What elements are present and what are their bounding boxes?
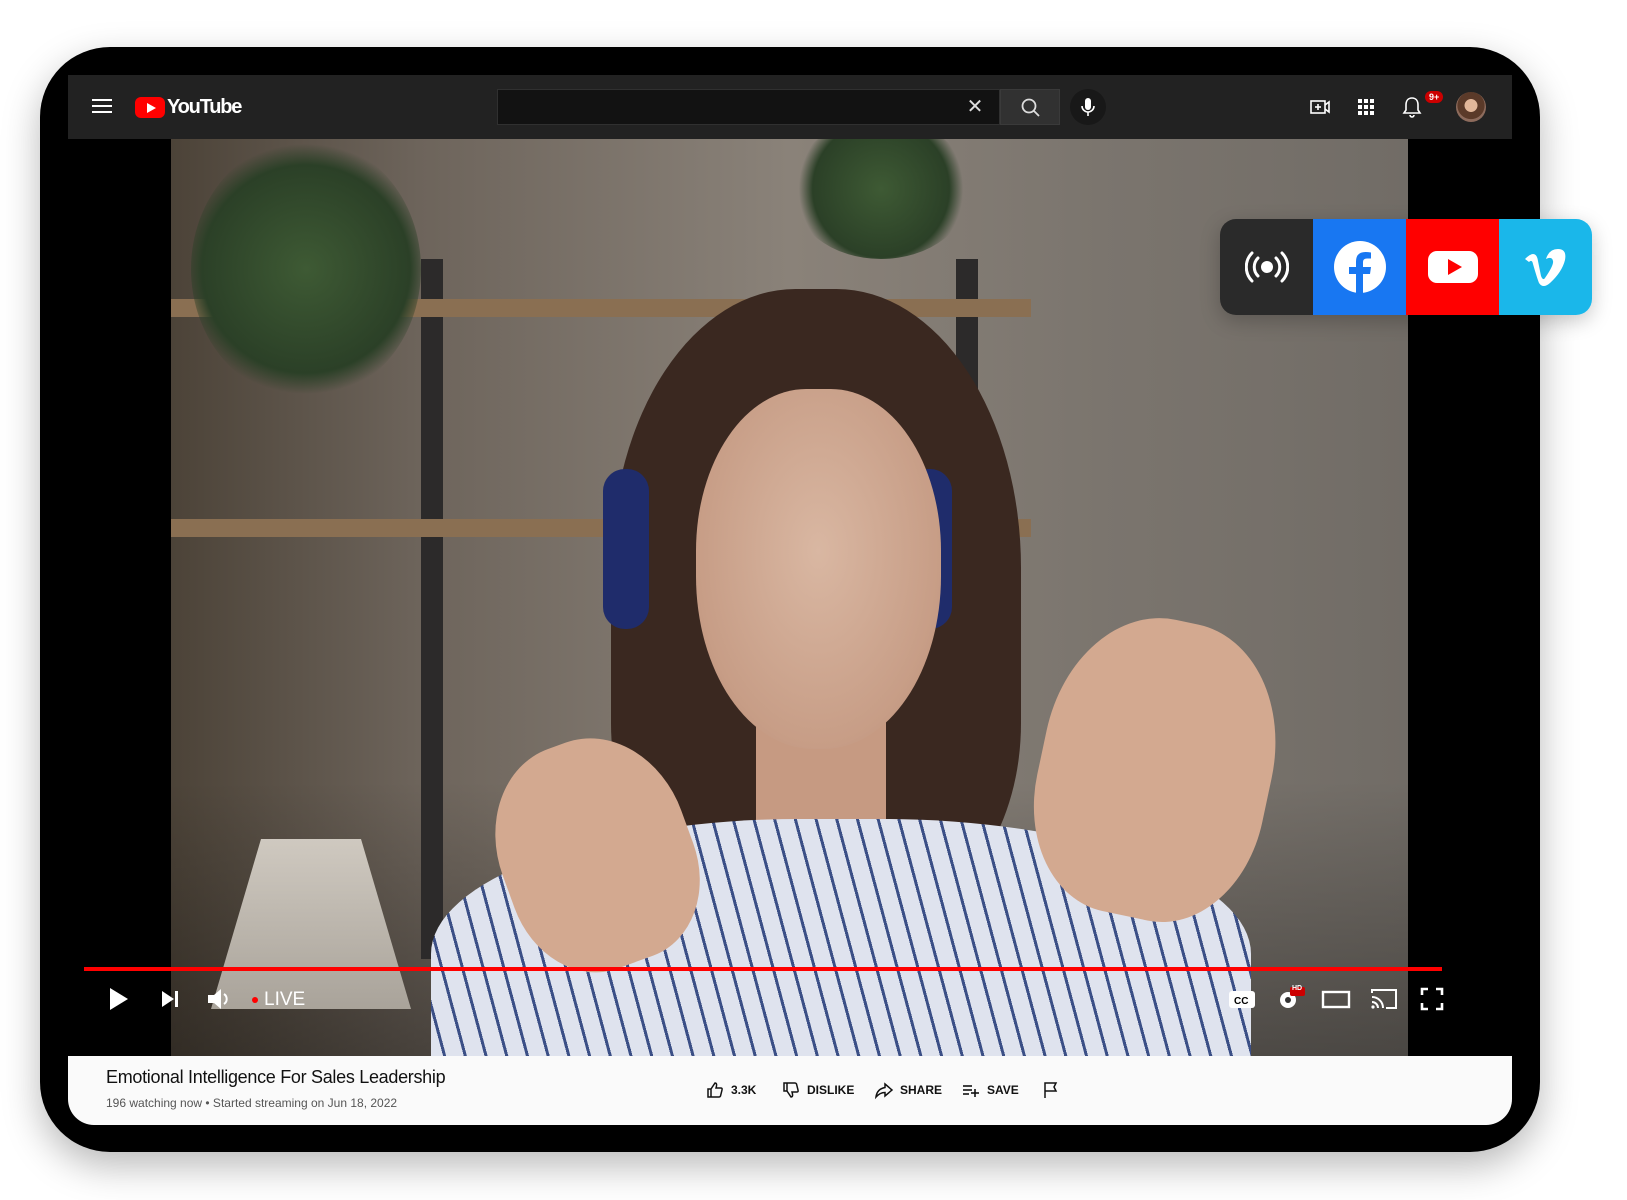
dislike-button[interactable]: DISLIKE bbox=[781, 1080, 854, 1100]
captions-icon[interactable]: CC bbox=[1226, 985, 1258, 1013]
save-label: SAVE bbox=[987, 1083, 1019, 1097]
mic-icon bbox=[1081, 98, 1095, 116]
video-title: Emotional Intelligence For Sales Leaders… bbox=[106, 1067, 446, 1087]
top-bar: YouTube ✕ 9+ bbox=[68, 75, 1512, 139]
vimeo-icon bbox=[1524, 249, 1565, 286]
search-input[interactable] bbox=[497, 89, 1000, 125]
shelf-post bbox=[421, 259, 443, 959]
live-label[interactable]: LIVE bbox=[264, 989, 305, 1011]
facebook-icon bbox=[1333, 241, 1386, 294]
play-icon[interactable] bbox=[104, 985, 132, 1013]
skip-next-icon[interactable] bbox=[158, 985, 182, 1013]
video-info-bar: Emotional Intelligence For Sales Leaders… bbox=[68, 1056, 1512, 1125]
thumbs-up-icon bbox=[707, 1082, 723, 1098]
fullscreen-icon[interactable] bbox=[1418, 985, 1446, 1013]
plant bbox=[791, 139, 971, 259]
bell-icon[interactable] bbox=[1400, 95, 1424, 119]
hd-badge: HD bbox=[1292, 985, 1303, 992]
dislike-label: DISLIKE bbox=[807, 1083, 855, 1097]
svg-text:CC: CC bbox=[1234, 996, 1248, 1007]
brand-name: YouTube bbox=[167, 95, 242, 118]
stage: YouTube ✕ 9+ LIVE CC HD Emotional Intell… bbox=[0, 0, 1627, 1200]
voice-search-button[interactable] bbox=[1070, 89, 1106, 125]
youtube-button[interactable] bbox=[1406, 219, 1499, 315]
share-label: SHARE bbox=[900, 1083, 943, 1097]
search-button[interactable] bbox=[1000, 89, 1060, 125]
player-controls: LIVE CC HD bbox=[84, 975, 1444, 1025]
share-button[interactable]: SHARE bbox=[874, 1080, 942, 1100]
create-video-icon[interactable] bbox=[1308, 95, 1332, 119]
facebook-button[interactable] bbox=[1313, 219, 1406, 315]
save-button[interactable]: SAVE bbox=[961, 1080, 1019, 1100]
streaming-platforms-bar bbox=[1220, 219, 1592, 315]
progress-bar[interactable] bbox=[84, 967, 1442, 971]
youtube-icon bbox=[1427, 251, 1478, 283]
broadcast-button[interactable] bbox=[1220, 219, 1313, 315]
theater-mode-icon[interactable] bbox=[1320, 985, 1352, 1013]
notification-badge: 9+ bbox=[1425, 91, 1444, 103]
avatar[interactable] bbox=[1456, 92, 1486, 122]
person-face bbox=[696, 389, 941, 749]
plant bbox=[191, 139, 421, 399]
like-button[interactable]: 3.3K bbox=[705, 1080, 756, 1100]
report-button[interactable] bbox=[1041, 1080, 1067, 1100]
headphone bbox=[603, 469, 649, 629]
thumbs-down-icon bbox=[783, 1082, 799, 1098]
menu-icon[interactable] bbox=[90, 95, 114, 119]
youtube-logo[interactable]: YouTube bbox=[135, 95, 242, 119]
share-icon bbox=[874, 1082, 894, 1100]
broadcast-icon bbox=[1244, 251, 1289, 283]
playlist-add-icon bbox=[963, 1085, 979, 1097]
like-count: 3.3K bbox=[731, 1083, 757, 1097]
flag-icon bbox=[1044, 1082, 1058, 1098]
live-indicator bbox=[252, 997, 258, 1003]
volume-icon[interactable] bbox=[204, 985, 232, 1013]
apps-grid-icon[interactable] bbox=[1354, 95, 1378, 119]
video-meta: 196 watching now • Started streaming on … bbox=[106, 1096, 398, 1110]
clear-search-icon[interactable]: ✕ bbox=[961, 93, 989, 121]
vimeo-button[interactable] bbox=[1499, 219, 1592, 315]
cast-icon[interactable] bbox=[1368, 985, 1400, 1013]
search-icon bbox=[1021, 98, 1040, 117]
youtube-logo-icon bbox=[135, 96, 165, 118]
